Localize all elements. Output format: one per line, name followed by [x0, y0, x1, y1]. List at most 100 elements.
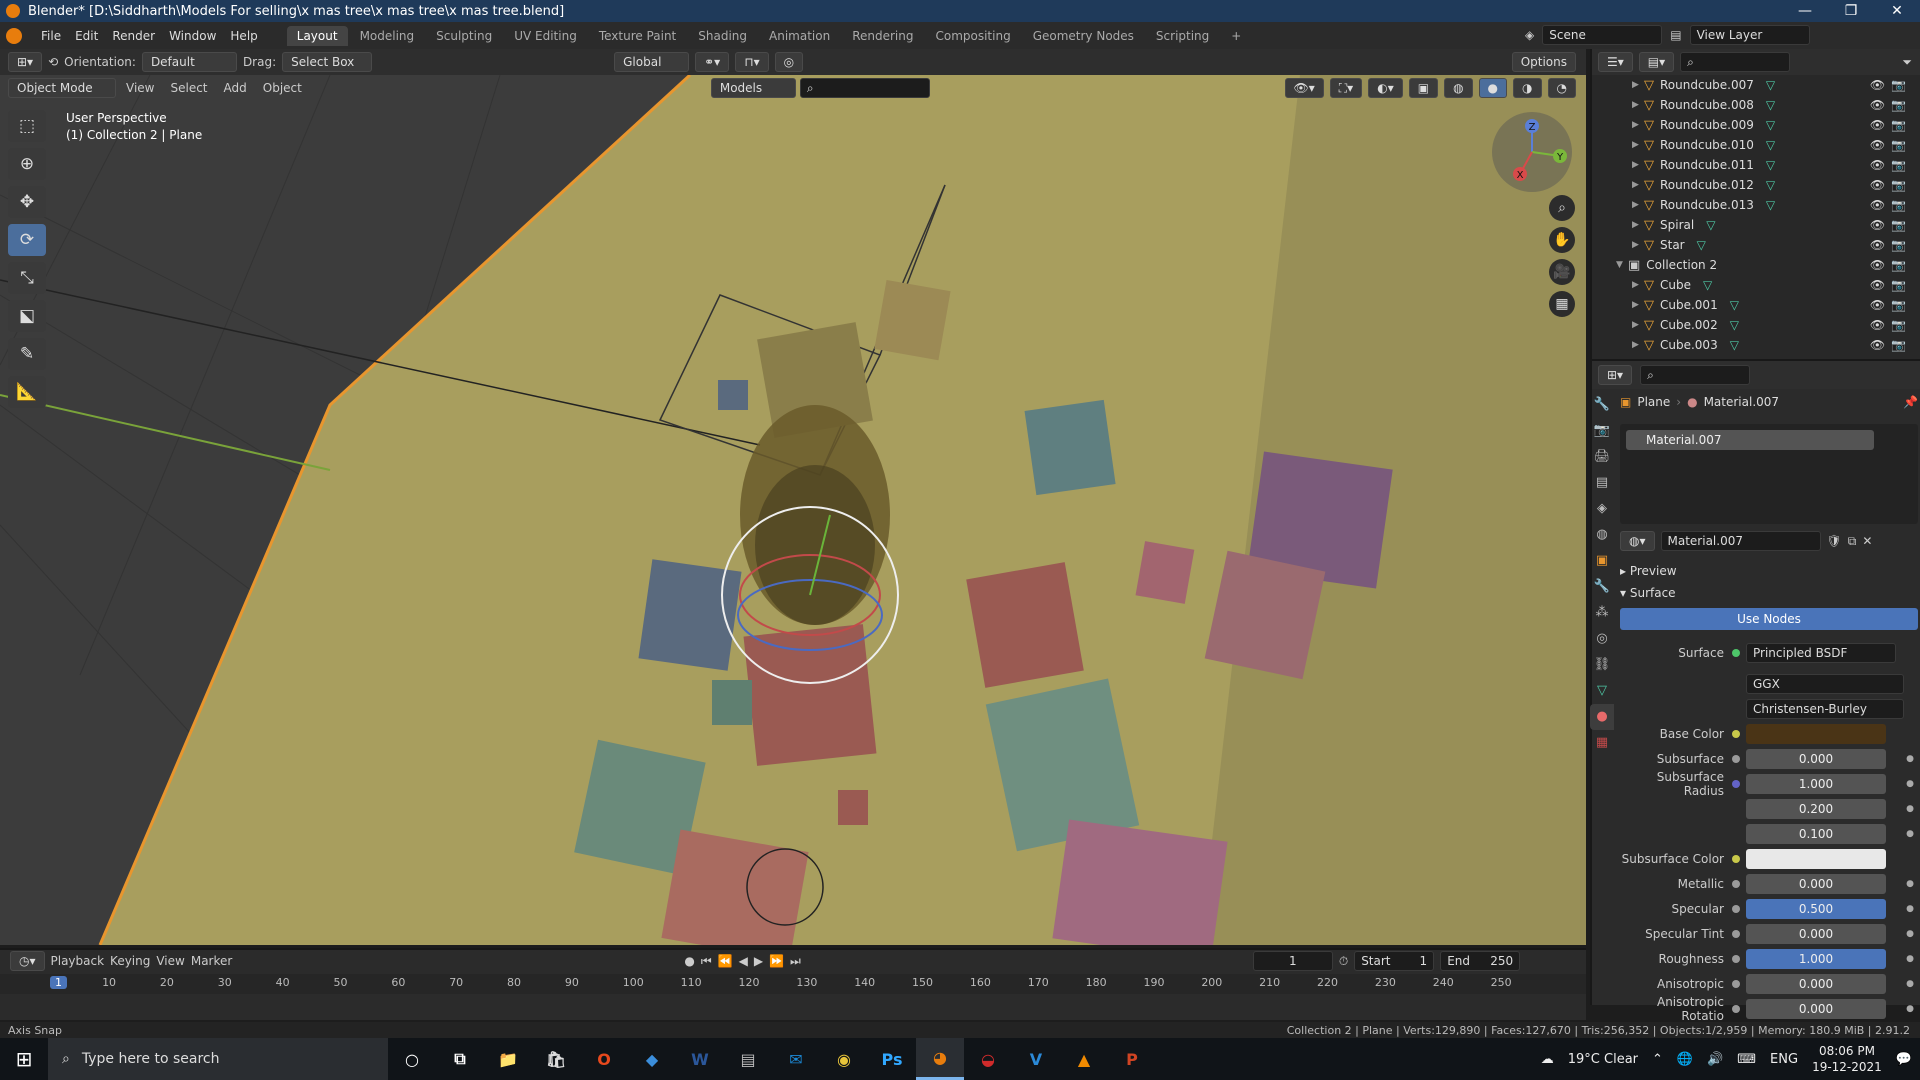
outliner-editor-type-button[interactable]: ☰▾: [1598, 52, 1633, 72]
editor-type-button[interactable]: ⊞▾: [8, 52, 43, 72]
gizmo-button[interactable]: ⛶▾: [1329, 78, 1363, 98]
tab-rendering[interactable]: Rendering: [842, 26, 923, 46]
chrome-icon[interactable]: ◉: [820, 1038, 868, 1080]
expand-arrow-icon[interactable]: ▶: [1632, 200, 1644, 210]
visibility-button[interactable]: 👁▾: [1284, 78, 1324, 98]
object-mode-dropdown[interactable]: Object Mode: [8, 78, 116, 98]
jump-end-icon[interactable]: ⏭: [790, 954, 801, 969]
texture-tab-icon[interactable]: ▦: [1590, 730, 1614, 756]
mesh-data-icon[interactable]: ▽: [1703, 278, 1712, 292]
expand-arrow-icon[interactable]: ▶: [1632, 80, 1644, 90]
mesh-data-icon[interactable]: ▽: [1730, 338, 1739, 352]
move-tool-icon[interactable]: ✥: [8, 186, 46, 218]
tab-texture-paint[interactable]: Texture Paint: [589, 26, 686, 46]
menu-object[interactable]: Object: [257, 81, 308, 95]
cursor-tool-icon[interactable]: ⊕: [8, 148, 46, 180]
property-value[interactable]: 0.100: [1746, 823, 1886, 844]
keyframe-dot-icon[interactable]: ●: [1906, 754, 1914, 764]
expand-arrow-icon[interactable]: ▶: [1632, 160, 1644, 170]
property-value[interactable]: 0.000: [1746, 923, 1886, 944]
properties-editor-type-button[interactable]: ⊞▾: [1598, 365, 1633, 385]
menu-edit[interactable]: Edit: [68, 29, 105, 43]
menu-add[interactable]: Add: [218, 81, 253, 95]
camera-render-icon[interactable]: 📷: [1891, 78, 1912, 92]
property-value[interactable]: 0.500: [1746, 898, 1886, 919]
pin-icon[interactable]: 📌: [1903, 395, 1918, 409]
minimize-button[interactable]: —: [1782, 0, 1828, 22]
physics-tab-icon[interactable]: ◎: [1590, 626, 1614, 652]
app-icon[interactable]: ◆: [628, 1038, 676, 1080]
eye-icon[interactable]: 👁: [1870, 238, 1891, 252]
eye-icon[interactable]: 👁: [1870, 198, 1891, 212]
orientation-dropdown[interactable]: Default: [141, 52, 237, 72]
browse-material-button[interactable]: ◍▾: [1620, 531, 1655, 551]
outliner-row[interactable]: ▶ ▽ Cube.003 ▽ 👁📷: [1592, 335, 1920, 355]
camera-render-icon[interactable]: 📷: [1891, 218, 1912, 232]
mesh-data-icon[interactable]: ▽: [1766, 98, 1775, 112]
weather-icon[interactable]: ☁: [1541, 1052, 1554, 1067]
expand-arrow-icon[interactable]: ▶: [1632, 320, 1644, 330]
eye-icon[interactable]: 👁: [1870, 298, 1891, 312]
explorer-icon[interactable]: 📁: [484, 1038, 532, 1080]
ortho-grid-icon[interactable]: ▦: [1549, 291, 1575, 317]
mesh-data-icon[interactable]: ▽: [1766, 158, 1775, 172]
keyboard-icon[interactable]: ⌨: [1737, 1052, 1756, 1067]
expand-arrow-icon[interactable]: ▶: [1632, 100, 1644, 110]
prev-keyframe-icon[interactable]: ⏪: [718, 954, 733, 968]
timeline-editor-type-button[interactable]: ◷▾: [10, 951, 45, 971]
unlink-material-icon[interactable]: ✕: [1862, 534, 1872, 548]
expand-arrow-icon[interactable]: ▶: [1632, 220, 1644, 230]
outliner-row[interactable]: ▶ ▽ Star ▽ 👁📷: [1592, 235, 1920, 255]
camera-render-icon[interactable]: 📷: [1891, 238, 1912, 252]
timeline-ruler[interactable]: 1 10 20 30 40 50 60 70 80 90 100 110 120 130 140 150 160…: [0, 974, 1586, 994]
mesh-data-icon[interactable]: ▽: [1730, 318, 1739, 332]
cortana-icon[interactable]: ○: [388, 1038, 436, 1080]
current-frame-field[interactable]: 1: [1252, 951, 1333, 971]
blender-menu-icon[interactable]: [6, 27, 22, 44]
viewport-search-input[interactable]: ⌕: [799, 78, 930, 98]
outliner-row[interactable]: ▶ ▽ Cube.001 ▽ 👁📷: [1592, 295, 1920, 315]
notifications-icon[interactable]: 💬: [1896, 1052, 1912, 1067]
rotate-tool-icon[interactable]: ⟳: [8, 224, 46, 256]
outliner-row[interactable]: ▶ ▽ Roundcube.011 ▽ 👁📷: [1592, 155, 1920, 175]
property-value[interactable]: 0.000: [1746, 998, 1886, 1019]
constraints-tab-icon[interactable]: ⛓: [1590, 652, 1614, 678]
output-tab-icon[interactable]: 🖨: [1590, 444, 1614, 470]
word-icon[interactable]: W: [676, 1038, 724, 1080]
play-reverse-icon[interactable]: ◀: [739, 954, 748, 968]
expand-arrow-icon[interactable]: ▶: [1632, 140, 1644, 150]
outliner-row[interactable]: ▶ ▽ Roundcube.010 ▽ 👁📷: [1592, 135, 1920, 155]
tray-expand-icon[interactable]: ⌃: [1652, 1052, 1663, 1067]
select-box-tool-icon[interactable]: ⬚: [8, 110, 46, 142]
store-icon[interactable]: 🛍: [532, 1038, 580, 1080]
blender-icon[interactable]: ◕: [916, 1038, 964, 1080]
maximize-button[interactable]: ❐: [1828, 0, 1874, 22]
mesh-data-icon[interactable]: ▽: [1730, 298, 1739, 312]
start-frame-field[interactable]: Start 1: [1354, 951, 1435, 971]
jump-start-icon[interactable]: ⏮: [701, 954, 712, 969]
outliner-search-input[interactable]: ⌕: [1680, 52, 1791, 72]
property-value[interactable]: 1.000: [1746, 948, 1886, 969]
eye-icon[interactable]: 👁: [1870, 258, 1891, 272]
modifier-tab-icon[interactable]: 🔧: [1590, 574, 1614, 600]
duplicate-material-icon[interactable]: ⧉: [1848, 534, 1857, 549]
property-value[interactable]: 0.000: [1746, 873, 1886, 894]
expand-arrow-icon[interactable]: ▶: [1632, 300, 1644, 310]
taskbar-search-box[interactable]: ⌕ Type here to search: [48, 1038, 388, 1080]
app2-icon[interactable]: ▤: [724, 1038, 772, 1080]
eye-icon[interactable]: 👁: [1870, 98, 1891, 112]
mail-icon[interactable]: ✉: [772, 1038, 820, 1080]
outliner-row[interactable]: ▶ ▽ Roundcube.012 ▽ 👁📷: [1592, 175, 1920, 195]
add-workspace-button[interactable]: +: [1221, 26, 1251, 46]
proportional-edit-button[interactable]: ◎: [774, 52, 804, 72]
expand-arrow-icon[interactable]: ▶: [1632, 280, 1644, 290]
material-name-field[interactable]: Material.007: [1660, 531, 1821, 551]
property-value[interactable]: 0.200: [1746, 798, 1886, 819]
eye-icon[interactable]: 👁: [1870, 138, 1891, 152]
surface-shader-field[interactable]: Principled BSDF: [1746, 642, 1896, 663]
eye-icon[interactable]: 👁: [1870, 178, 1891, 192]
tab-uv-editing[interactable]: UV Editing: [504, 26, 587, 46]
tab-modeling[interactable]: Modeling: [350, 26, 425, 46]
collection-filter-dropdown[interactable]: Models: [710, 78, 796, 98]
measure-tool-icon[interactable]: 📐: [8, 376, 46, 408]
